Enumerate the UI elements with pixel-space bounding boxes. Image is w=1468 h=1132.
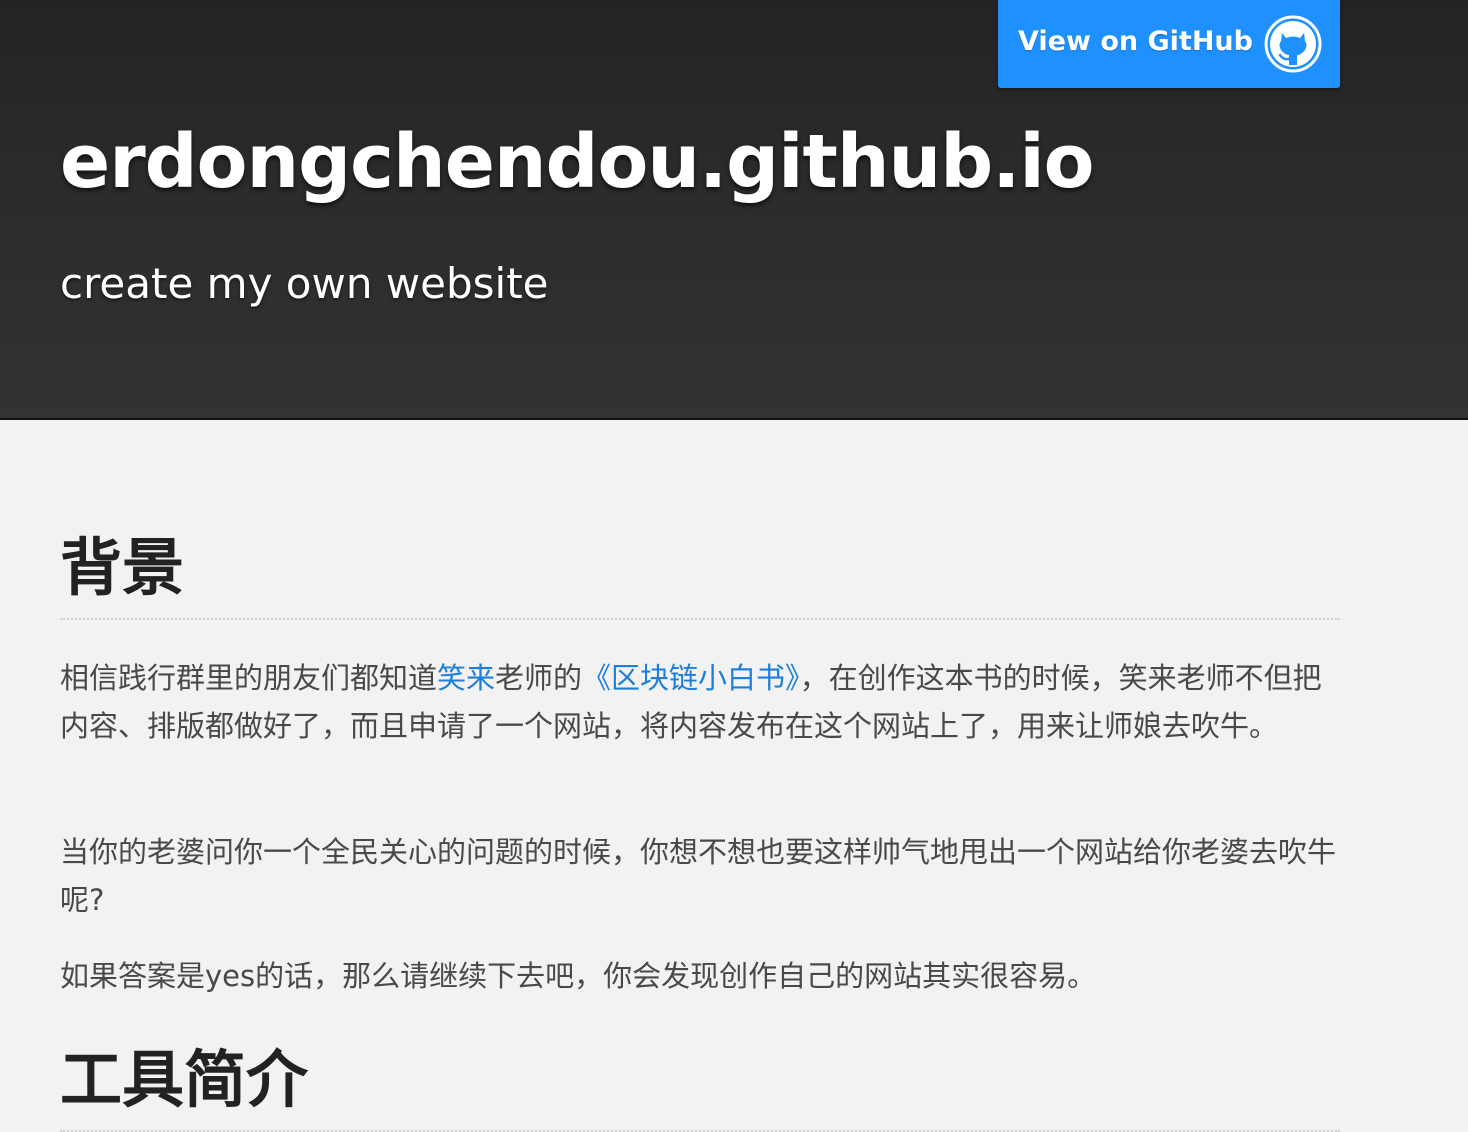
page-header: View on GitHub erdongchendou.github.io c… bbox=[0, 0, 1468, 420]
site-tagline: create my own website bbox=[60, 259, 549, 308]
section-heading-background: 背景 bbox=[60, 528, 1340, 620]
site-title: erdongchendou.github.io bbox=[60, 119, 1095, 205]
xiaolai-link[interactable]: 笑来 bbox=[437, 661, 495, 695]
section-heading-tools: 工具简介 bbox=[60, 1040, 1340, 1132]
github-octocat-icon bbox=[1264, 15, 1322, 73]
blockchain-book-link[interactable]: 《区块链小白书》 bbox=[582, 661, 800, 695]
intro-text-part2: 老师的 bbox=[495, 661, 583, 695]
view-on-github-label: View on GitHub bbox=[1018, 26, 1253, 57]
answer-paragraph: 如果答案是yes的话，那么请继续下去吧，你会发现创作自己的网站其实很容易。 bbox=[60, 959, 1097, 993]
question-paragraph: 当你的老婆问你一个全民关心的问题的时候，你想不想也要这样帅气地甩出一个网站给你老… bbox=[60, 835, 1337, 917]
intro-text-part1: 相信践行群里的朋友们都知道 bbox=[60, 661, 438, 695]
view-on-github-button[interactable]: View on GitHub bbox=[998, 0, 1340, 88]
intro-paragraph: 相信践行群里的朋友们都知道笑来老师的《区块链小白书》，在创作这本书的时候，笑来老… bbox=[60, 654, 1340, 750]
